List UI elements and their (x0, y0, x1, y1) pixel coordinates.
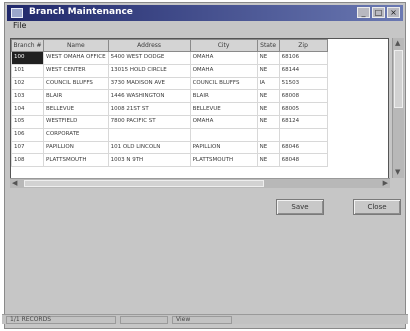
cell-branch[interactable]: 101 (11, 63, 44, 78)
horizontal-scrollbar[interactable]: ◀ ▶ (10, 178, 390, 188)
menu-file[interactable]: File (13, 21, 26, 30)
cell-state[interactable]: NE (256, 51, 280, 65)
table-row[interactable]: 101 WEST CENTER 13015 HOLD CIRCLE OMAHA … (11, 63, 328, 78)
cell-state[interactable]: NE (256, 140, 280, 155)
cell-name[interactable]: BELLEVUE (43, 102, 109, 116)
table-row[interactable]: 104 BELLEVUE 1008 21ST ST BELLEVUE NE 68… (11, 102, 328, 116)
status-panel-mode: View (172, 316, 232, 324)
column-header-zip[interactable]: Zip (278, 39, 328, 52)
maximize-button[interactable]: □ (372, 7, 385, 18)
column-header-state[interactable]: State (256, 39, 280, 52)
vertical-scroll-thumb[interactable] (394, 50, 403, 108)
cell-address[interactable]: 7800 PACIFIC ST (107, 114, 191, 129)
scroll-up-icon[interactable]: ▲ (395, 39, 400, 48)
cell-branch[interactable]: 104 (11, 102, 44, 116)
cell-address[interactable]: 1446 WASHINGTON (107, 89, 191, 104)
title-bar[interactable]: Branch Maintenance _ □ × (7, 5, 403, 21)
cell-name[interactable]: WEST CENTER (43, 63, 109, 78)
cell-state[interactable]: NE (256, 102, 280, 116)
cell-city[interactable]: PAPILLION (189, 140, 258, 155)
cell-city[interactable]: OMAHA (189, 114, 258, 129)
cell-zip[interactable]: 68046 (278, 140, 328, 155)
cell-address[interactable]: 5400 WEST DODGE (107, 51, 191, 65)
scroll-right-icon[interactable]: ▶ (383, 179, 388, 188)
menu-bar: File (7, 21, 403, 32)
table-row[interactable]: 106 CORPORATE (11, 127, 328, 142)
cell-branch[interactable]: 102 (11, 76, 44, 91)
column-header-address[interactable]: Address (107, 39, 191, 52)
cell-branch[interactable]: 105 (11, 114, 44, 129)
cell-address[interactable]: 1003 N 9TH (107, 153, 191, 168)
table-row[interactable]: 102 COUNCIL BLUFFS 3730 MADISON AVE COUN… (11, 76, 328, 91)
grid-header: Branch # Name Address City State Zip (11, 39, 328, 52)
cell-branch[interactable]: 108 (11, 153, 44, 168)
cell-name[interactable]: PLATTSMOUTH (43, 153, 109, 168)
table-row[interactable]: 100 WEST OMAHA OFFICE 5400 WEST DODGE OM… (11, 51, 328, 65)
cell-address[interactable]: 101 OLD LINCOLN (107, 140, 191, 155)
column-header-branch[interactable]: Branch # (11, 39, 44, 52)
save-button[interactable]: Save (276, 199, 324, 215)
cell-address[interactable]: 1008 21ST ST (107, 102, 191, 116)
cell-address[interactable]: 13015 HOLD CIRCLE (107, 63, 191, 78)
cell-zip[interactable]: 68106 (278, 51, 328, 65)
cell-address[interactable]: 3730 MADISON AVE (107, 76, 191, 91)
close-window-button[interactable]: × (387, 7, 400, 18)
table-row[interactable]: 103 BLAIR 1446 WASHINGTON BLAIR NE 68008 (11, 89, 328, 104)
cell-address[interactable] (107, 127, 191, 142)
branch-grid[interactable]: Branch # Name Address City State Zip 100… (10, 38, 389, 188)
table-row[interactable]: 108 PLATTSMOUTH 1003 N 9TH PLATTSMOUTH N… (11, 153, 328, 168)
cell-zip[interactable] (278, 127, 328, 142)
cell-zip[interactable]: 68124 (278, 114, 328, 129)
column-header-city[interactable]: City (189, 39, 258, 52)
cell-city[interactable]: OMAHA (189, 63, 258, 78)
cell-city[interactable]: BELLEVUE (189, 102, 258, 116)
table-row[interactable]: 107 PAPILLION 101 OLD LINCOLN PAPILLION … (11, 140, 328, 155)
cell-name[interactable]: BLAIR (43, 89, 109, 104)
app-icon (11, 8, 23, 18)
cell-state[interactable]: NE (256, 153, 280, 168)
cell-zip[interactable]: 68008 (278, 89, 328, 104)
cell-name[interactable]: COUNCIL BLUFFS (43, 76, 109, 91)
cell-state[interactable] (256, 127, 280, 142)
cell-name[interactable]: PAPILLION (43, 140, 109, 155)
cell-branch[interactable]: 100 (11, 51, 44, 65)
table-row[interactable]: 105 WESTFIELD 7800 PACIFIC ST OMAHA NE 6… (11, 114, 328, 129)
minimize-button[interactable]: _ (357, 7, 370, 18)
cell-zip[interactable]: 68048 (278, 153, 328, 168)
cell-zip[interactable]: 68005 (278, 102, 328, 116)
cell-name[interactable]: WEST OMAHA OFFICE (43, 51, 109, 65)
cell-name[interactable]: CORPORATE (43, 127, 109, 142)
cell-city[interactable] (189, 127, 258, 142)
cell-city[interactable]: BLAIR (189, 89, 258, 104)
status-panel-blank (120, 316, 168, 324)
cell-zip[interactable]: 68144 (278, 63, 328, 78)
cell-state[interactable]: NE (256, 89, 280, 104)
close-button[interactable]: Close (353, 199, 401, 215)
cell-state[interactable]: IA (256, 76, 280, 91)
status-bar: 1/1 RECORDS View (2, 314, 408, 324)
cell-city[interactable]: COUNCIL BLUFFS (189, 76, 258, 91)
cell-state[interactable]: NE (256, 114, 280, 129)
scroll-left-icon[interactable]: ◀ (12, 179, 17, 188)
cell-state[interactable]: NE (256, 63, 280, 78)
vertical-scrollbar[interactable]: ▲ ▼ (392, 38, 404, 178)
cell-branch[interactable]: 107 (11, 140, 44, 155)
cell-city[interactable]: PLATTSMOUTH (189, 153, 258, 168)
horizontal-scroll-thumb[interactable] (24, 180, 264, 187)
cell-branch[interactable]: 106 (11, 127, 44, 142)
scroll-down-icon[interactable]: ▼ (395, 168, 400, 177)
cell-zip[interactable]: 51503 (278, 76, 328, 91)
column-header-name[interactable]: Name (43, 39, 109, 52)
window-title: Branch Maintenance (29, 7, 133, 17)
status-panel-records: 1/1 RECORDS (6, 316, 116, 324)
cell-branch[interactable]: 103 (11, 89, 44, 104)
cell-city[interactable]: OMAHA (189, 51, 258, 65)
cell-name[interactable]: WESTFIELD (43, 114, 109, 129)
